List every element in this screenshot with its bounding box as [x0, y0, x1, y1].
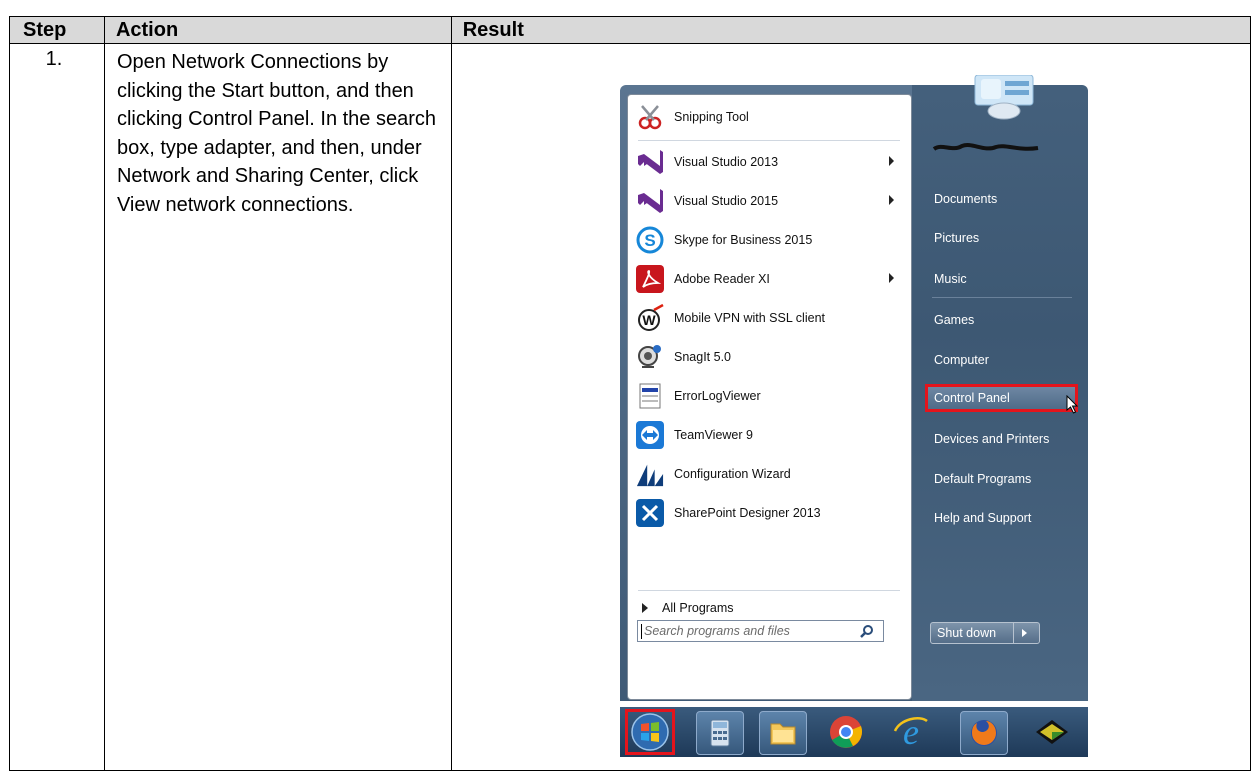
visual-studio-icon [636, 148, 664, 176]
skype-icon: S [636, 226, 664, 254]
svg-text:W: W [642, 312, 656, 328]
program-visual-studio-2013[interactable]: Visual Studio 2013 [636, 143, 906, 181]
user-name-redacted [932, 143, 1039, 151]
header-result: Result [450, 16, 1251, 44]
search-icon[interactable] [860, 624, 874, 638]
step-number: 1. [45, 48, 63, 70]
log-viewer-icon [636, 382, 664, 410]
program-label: Visual Studio 2013 [674, 155, 779, 169]
start-button-highlight [625, 709, 675, 755]
program-errorlogviewer[interactable]: ErrorLogViewer [636, 377, 906, 415]
sharepoint-designer-icon [636, 499, 664, 527]
internet-explorer-icon[interactable]: e [892, 713, 930, 751]
place-music[interactable]: Music [934, 272, 967, 286]
user-picture-icon [974, 75, 1034, 120]
divider [1013, 623, 1014, 643]
expand-arrow-icon [642, 603, 648, 613]
place-computer[interactable]: Computer [934, 353, 989, 367]
divider [638, 140, 900, 141]
program-teamviewer[interactable]: TeamViewer 9 [636, 416, 906, 454]
place-games[interactable]: Games [934, 313, 974, 327]
step-cell: 1. [9, 43, 105, 771]
place-control-panel[interactable]: Control Panel [934, 391, 1010, 405]
header-step: Step [9, 16, 105, 44]
folder-icon [770, 723, 796, 745]
divider [638, 590, 900, 591]
program-label: Snipping Tool [674, 110, 749, 124]
firefox-icon [971, 720, 997, 746]
shutdown-options-arrow-icon[interactable] [1022, 629, 1027, 637]
adobe-reader-icon [636, 265, 664, 293]
header-action: Action [103, 16, 452, 44]
search-input[interactable]: Search programs and files [637, 620, 884, 642]
program-label: SharePoint Designer 2013 [674, 506, 821, 520]
program-mobile-vpn[interactable]: W Mobile VPN with SSL client [636, 299, 906, 337]
snagit-icon [636, 343, 664, 371]
submenu-arrow-icon [889, 156, 894, 166]
program-label: Skype for Business 2015 [674, 233, 813, 247]
calculator-icon [710, 719, 730, 747]
mouse-cursor-icon [1066, 395, 1079, 414]
program-snipping-tool[interactable]: Snipping Tool [636, 98, 906, 136]
program-adobe-reader[interactable]: Adobe Reader XI [636, 260, 906, 298]
place-pictures[interactable]: Pictures [934, 231, 979, 245]
program-label: Mobile VPN with SSL client [674, 311, 825, 325]
pinned-app-icon[interactable] [1035, 716, 1069, 748]
program-label: Visual Studio 2015 [674, 194, 779, 208]
snipping-tool-icon [636, 103, 664, 131]
program-label: ErrorLogViewer [674, 389, 761, 403]
start-menu-screenshot: Snipping Tool Visual Studio 2013 Visual … [620, 75, 1088, 757]
svg-text:S: S [644, 231, 655, 250]
program-visual-studio-2015[interactable]: Visual Studio 2015 [636, 182, 906, 220]
taskbar-calculator[interactable] [696, 711, 744, 755]
dynamics-icon [636, 460, 664, 488]
action-cell: Open Network Connections by clicking the… [103, 43, 452, 771]
place-devices-and-printers[interactable]: Devices and Printers [934, 432, 1049, 446]
program-label: SnagIt 5.0 [674, 350, 731, 364]
program-configuration-wizard[interactable]: Configuration Wizard [636, 455, 906, 493]
all-programs-button[interactable]: All Programs [638, 601, 734, 615]
place-default-programs[interactable]: Default Programs [934, 472, 1031, 486]
header-row: Step Action Result [9, 16, 1251, 44]
start-menu-programs-pane: Snipping Tool Visual Studio 2013 Visual … [627, 94, 912, 700]
program-skype-for-business[interactable]: S Skype for Business 2015 [636, 221, 906, 259]
teamviewer-icon [636, 421, 664, 449]
program-sharepoint-designer[interactable]: SharePoint Designer 2013 [636, 494, 906, 532]
text-caret [641, 624, 642, 639]
shutdown-button[interactable]: Shut down [930, 622, 1040, 644]
program-label: Adobe Reader XI [674, 272, 770, 286]
divider [932, 297, 1072, 298]
search-placeholder: Search programs and files [644, 624, 790, 638]
action-text: Open Network Connections by clicking the… [116, 51, 437, 216]
program-label: Configuration Wizard [674, 467, 791, 481]
visual-studio-icon [636, 187, 664, 215]
taskbar-explorer[interactable] [759, 711, 807, 755]
submenu-arrow-icon [889, 195, 894, 205]
chrome-icon[interactable] [828, 714, 864, 750]
place-documents[interactable]: Documents [934, 192, 997, 206]
all-programs-label: All Programs [662, 601, 734, 615]
submenu-arrow-icon [889, 273, 894, 283]
shutdown-label: Shut down [937, 626, 997, 640]
program-label: TeamViewer 9 [674, 428, 753, 442]
watchguard-icon: W [636, 304, 664, 332]
place-help-and-support[interactable]: Help and Support [934, 511, 1031, 525]
program-snagit[interactable]: SnagIt 5.0 [636, 338, 906, 376]
taskbar-firefox[interactable] [960, 711, 1008, 755]
